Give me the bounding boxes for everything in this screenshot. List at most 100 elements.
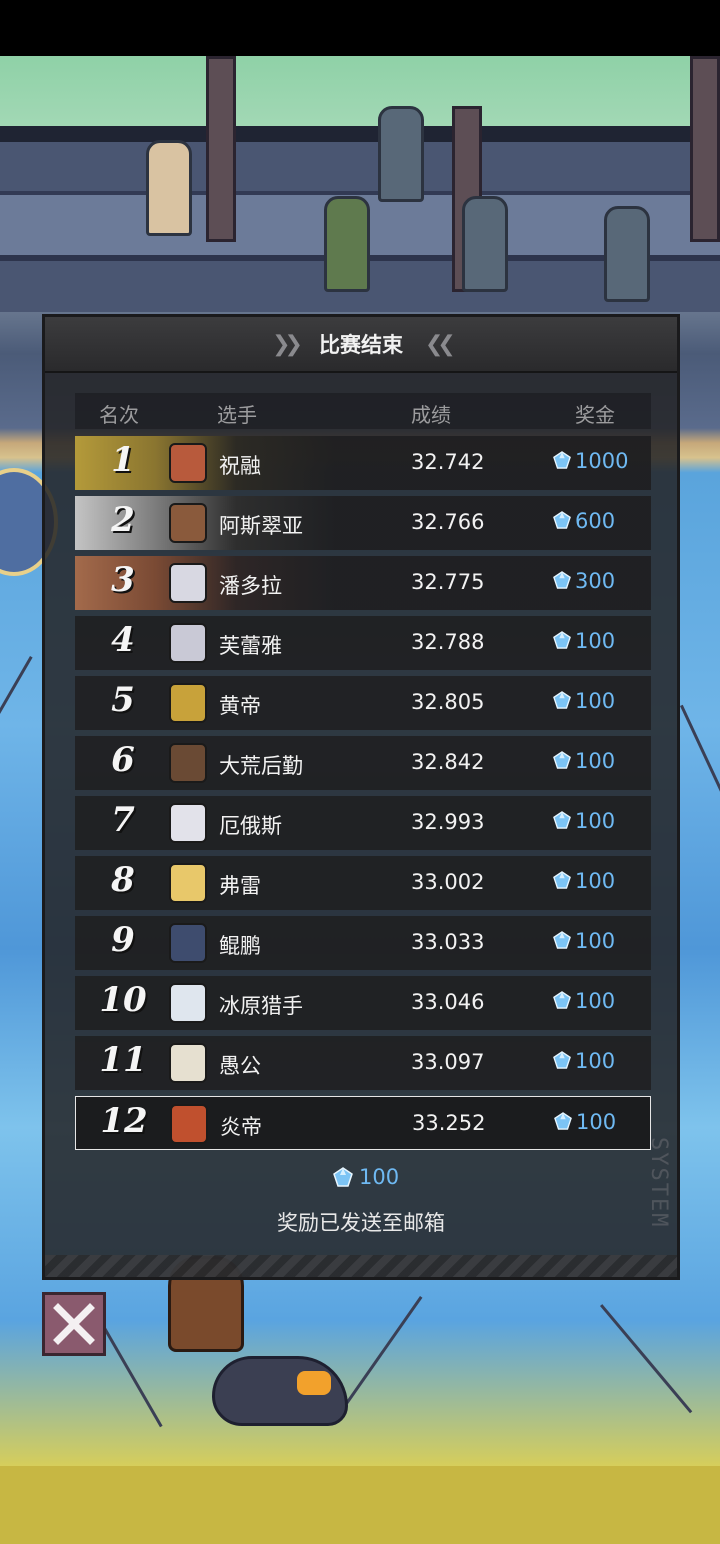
- player-avatar: [169, 1043, 207, 1083]
- player-name: 芙蕾雅: [219, 634, 282, 658]
- crystal-gem-icon: [553, 811, 571, 829]
- column-header-player: 选手: [217, 403, 257, 427]
- player-avatar: [169, 803, 207, 843]
- player-avatar: [170, 1104, 208, 1144]
- spectator-figure: [378, 106, 424, 202]
- ice-crack: [339, 1296, 423, 1413]
- player-score: 33.097: [411, 1050, 485, 1074]
- column-header-score: 成绩: [411, 403, 451, 427]
- reward-amount: 100: [359, 1165, 400, 1189]
- stadium-pillar: [690, 56, 720, 242]
- close-button[interactable]: [42, 1292, 106, 1356]
- prize-amount: 100: [575, 689, 616, 713]
- player-score: 33.002: [411, 870, 485, 894]
- table-row: 4 芙蕾雅 32.788 100: [75, 616, 651, 670]
- player-avatar: [169, 683, 207, 723]
- player-name: 炎帝: [220, 1115, 262, 1139]
- panel-footer-stripe: [45, 1255, 677, 1277]
- player-avatar: [169, 743, 207, 783]
- player-name: 大荒后勤: [219, 754, 303, 778]
- stadium-railing: [0, 126, 720, 142]
- player-avatar: [169, 923, 207, 963]
- chevron-right-icon: ❯❯: [272, 331, 303, 357]
- player-avatar: [169, 503, 207, 543]
- table-header: 名次 选手 成绩 奖金: [75, 393, 651, 429]
- rank-number: 5: [111, 680, 135, 720]
- player-avatar: [169, 563, 207, 603]
- table-row: 6 大荒后勤 32.842 100: [75, 736, 651, 790]
- player-avatar: [169, 863, 207, 903]
- system-watermark: SYSTEM: [646, 1137, 671, 1229]
- player-avatar: [169, 443, 207, 483]
- prize-amount: 100: [575, 869, 616, 893]
- prize-amount: 100: [575, 989, 616, 1013]
- spectator-figure: [604, 206, 650, 302]
- spectator-figure: [324, 196, 370, 292]
- rank-number: 10: [99, 980, 147, 1020]
- crystal-gem-icon: [553, 871, 571, 889]
- player-score: 32.805: [411, 690, 485, 714]
- player-name: 冰原猎手: [219, 994, 303, 1018]
- ice-crack: [0, 656, 33, 779]
- table-row-self: 12 炎帝 33.252 100: [75, 1096, 651, 1150]
- results-panel: ❯❯ 比赛结束 ❮❮ 名次 选手 成绩 奖金 1 祝融 32.742 1000 2 阿斯翠…: [42, 314, 680, 1280]
- table-row: 8 弗雷 33.002 100: [75, 856, 651, 910]
- table-row: 1 祝融 32.742 1000: [75, 436, 651, 490]
- crystal-gem-icon: [553, 691, 571, 709]
- crystal-gem-icon: [553, 451, 571, 469]
- stadium-pillar: [206, 56, 236, 242]
- player-score: 32.842: [411, 750, 485, 774]
- column-header-prize: 奖金: [575, 403, 615, 427]
- crystal-gem-icon: [553, 751, 571, 769]
- prize-amount: 100: [575, 929, 616, 953]
- player-name: 黄帝: [219, 694, 261, 718]
- ice-crack: [680, 704, 720, 833]
- crystal-gem-icon: [553, 1051, 571, 1069]
- crystal-gem-icon: [553, 991, 571, 1009]
- rank-number: 8: [111, 860, 135, 900]
- panel-title: 比赛结束: [319, 333, 403, 357]
- whale-monster: [212, 1356, 348, 1426]
- crystal-gem-icon: [554, 1112, 572, 1130]
- player-score: 33.033: [411, 930, 485, 954]
- player-score: 32.775: [411, 570, 485, 594]
- player-name: 厄俄斯: [219, 814, 282, 838]
- spectator-figure: [146, 140, 192, 236]
- player-score: 33.046: [411, 990, 485, 1014]
- player-score: 32.993: [411, 810, 485, 834]
- player-score: 32.742: [411, 450, 485, 474]
- player-name: 潘多拉: [219, 574, 282, 598]
- rank-number: 6: [111, 740, 135, 780]
- prize-amount: 100: [575, 749, 616, 773]
- chevron-left-icon: ❮❮: [425, 331, 456, 357]
- reward-message: 奖励已发送至邮箱: [277, 1211, 445, 1235]
- player-score: 32.766: [411, 510, 485, 534]
- player-score: 32.788: [411, 630, 485, 654]
- prize-amount: 1000: [575, 449, 629, 473]
- prize-amount: 600: [575, 509, 616, 533]
- table-row: 3 潘多拉 32.775 300: [75, 556, 651, 610]
- column-header-rank: 名次: [99, 403, 139, 427]
- ice-crack: [600, 1304, 693, 1414]
- crystal-gem-icon: [333, 1167, 353, 1187]
- rank-number: 11: [99, 1040, 147, 1080]
- close-x-icon: [53, 1303, 95, 1345]
- table-row: 11 愚公 33.097 100: [75, 1036, 651, 1090]
- prize-amount: 300: [575, 569, 616, 593]
- rank-number: 1: [111, 440, 135, 480]
- results-table: 1 祝融 32.742 1000 2 阿斯翠亚 32.766 600 3 潘多拉 32.775 300…: [75, 436, 651, 1156]
- rank-number: 3: [111, 560, 135, 600]
- player-name: 鲲鹏: [219, 934, 261, 958]
- player-name: 弗雷: [219, 874, 261, 898]
- player-name: 愚公: [219, 1054, 261, 1078]
- player-avatar: [169, 983, 207, 1023]
- prize-amount: 100: [575, 629, 616, 653]
- rank-number: 7: [111, 800, 135, 840]
- prize-amount: 100: [575, 809, 616, 833]
- prize-amount: 100: [576, 1110, 617, 1134]
- grass-ground: [0, 1466, 720, 1544]
- rank-number: 2: [111, 500, 135, 540]
- player-name: 祝融: [219, 454, 261, 478]
- crystal-gem-icon: [553, 931, 571, 949]
- table-row: 7 厄俄斯 32.993 100: [75, 796, 651, 850]
